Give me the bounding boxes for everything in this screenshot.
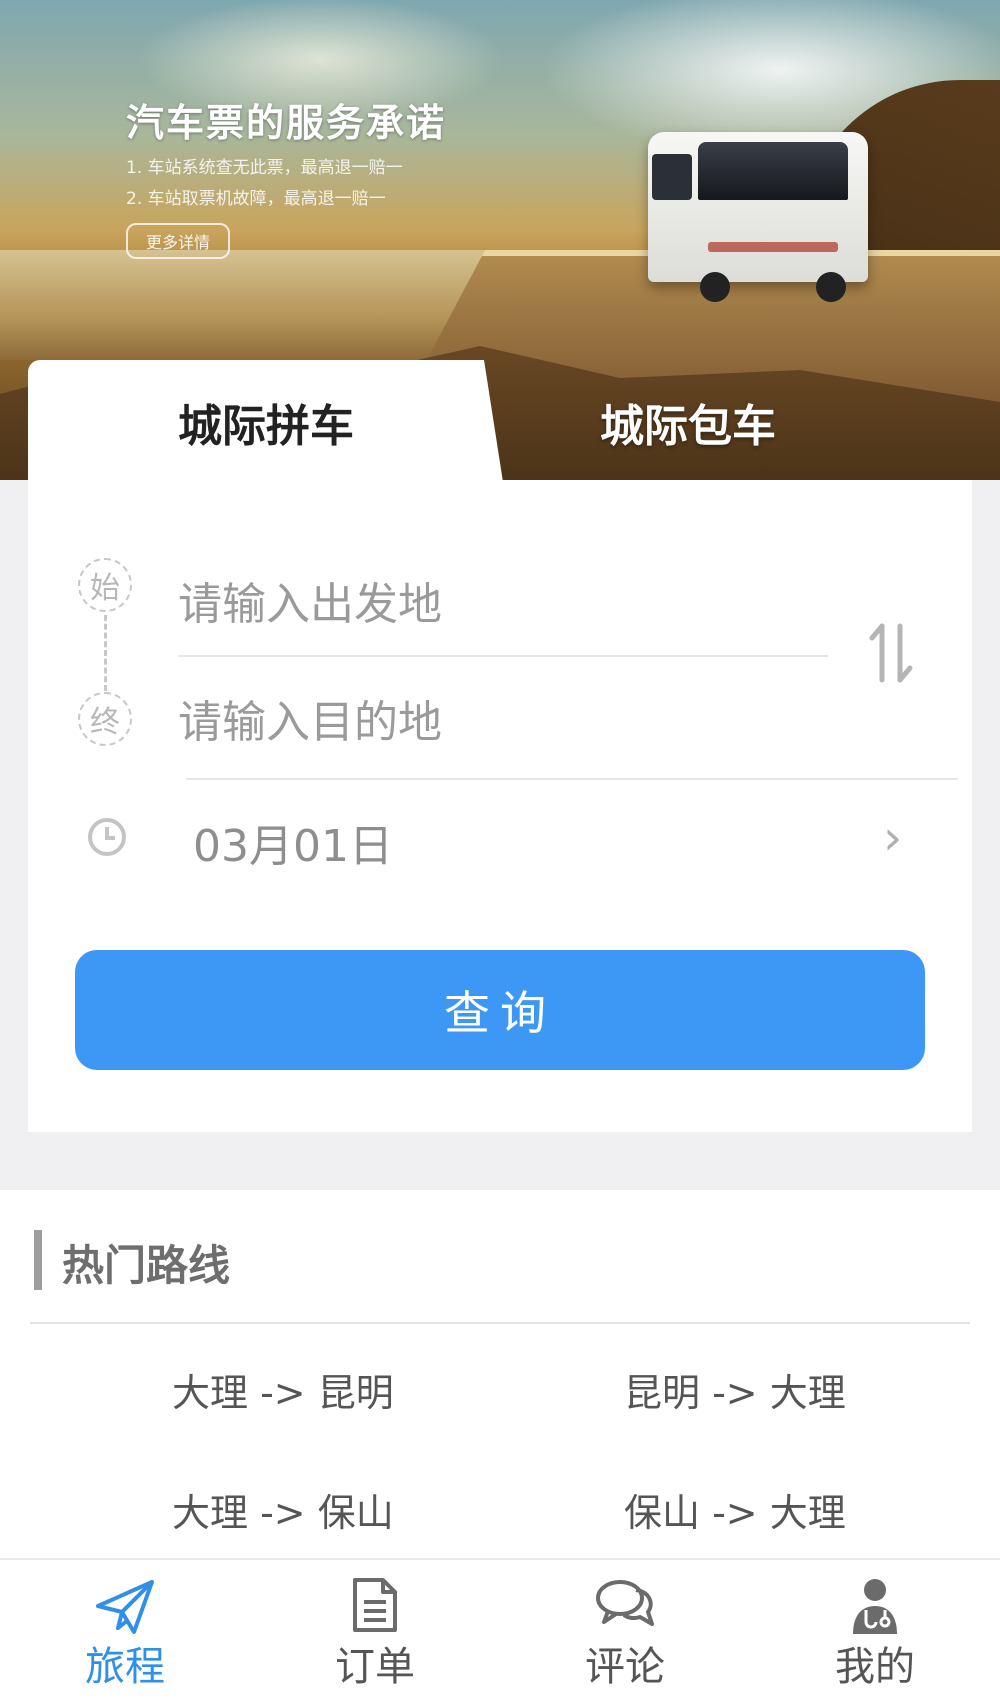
destination-input[interactable]: 请输入目的地 — [178, 686, 442, 750]
nav-label: 我的 — [835, 1644, 915, 1690]
bus-illustration — [638, 132, 868, 302]
banner-more-button[interactable]: 更多详情 — [126, 223, 231, 259]
tab-label: 城际拼车 — [178, 401, 354, 452]
start-point-icon: 始 — [78, 558, 132, 612]
divider — [186, 778, 958, 780]
chat-bubbles-icon — [596, 1580, 654, 1626]
tab-intercity-charter[interactable]: 城际包车 — [600, 390, 776, 454]
banner-line: 2. 车站取票机故障，最高退一赔一 — [126, 189, 386, 209]
document-icon — [353, 1578, 397, 1632]
nav-item-orders[interactable]: 订单 — [250, 1560, 500, 1700]
route-item[interactable]: 大理 -> 昆明 — [172, 1362, 394, 1417]
route-connector — [104, 615, 107, 691]
chevron-right-icon[interactable]: › — [883, 810, 902, 866]
nav-item-mine[interactable]: 我的 — [750, 1560, 1000, 1700]
banner-title: 汽车票的服务承诺 — [126, 101, 447, 145]
end-point-icon: 终 — [78, 692, 132, 746]
nav-label: 评论 — [585, 1644, 665, 1690]
route-item[interactable]: 昆明 -> 大理 — [624, 1362, 846, 1417]
divider — [30, 1322, 970, 1324]
divider — [178, 655, 828, 657]
banner-line: 1. 车站系统查无此票，最高退一赔一 — [126, 158, 403, 178]
nav-label: 旅程 — [85, 1644, 165, 1690]
tab-intercity-carpool[interactable]: 城际拼车 — [28, 360, 503, 482]
swap-direction-icon[interactable] — [866, 618, 916, 688]
query-button[interactable]: 查询 — [75, 950, 925, 1070]
bottom-nav: 旅程 订单 评论 我的 — [0, 1558, 1000, 1700]
nav-item-comments[interactable]: 评论 — [500, 1560, 750, 1700]
paper-plane-icon — [96, 1580, 154, 1634]
date-picker[interactable]: 03月01日 — [193, 810, 393, 874]
route-item[interactable]: 大理 -> 保山 — [172, 1482, 394, 1537]
route-item[interactable]: 保山 -> 大理 — [624, 1482, 846, 1537]
search-card: 始 终 请输入出发地 请输入目的地 03月01日 › 查询 — [28, 480, 972, 1132]
banner-promo: 汽车票的服务承诺 1. 车站系统查无此票，最高退一赔一 2. 车站取票机故障，最… — [126, 92, 446, 259]
clock-icon — [88, 818, 126, 856]
hot-routes-section: 热门路线 大理 -> 昆明 昆明 -> 大理 大理 -> 保山 保山 -> 大理 — [0, 1190, 1000, 1560]
departure-input[interactable]: 请输入出发地 — [178, 568, 442, 632]
hot-routes-title: 热门路线 — [62, 1241, 231, 1290]
nav-item-trip[interactable]: 旅程 — [0, 1560, 250, 1700]
nav-label: 订单 — [335, 1644, 415, 1690]
section-marker — [34, 1230, 42, 1290]
doctor-person-icon — [853, 1579, 897, 1634]
